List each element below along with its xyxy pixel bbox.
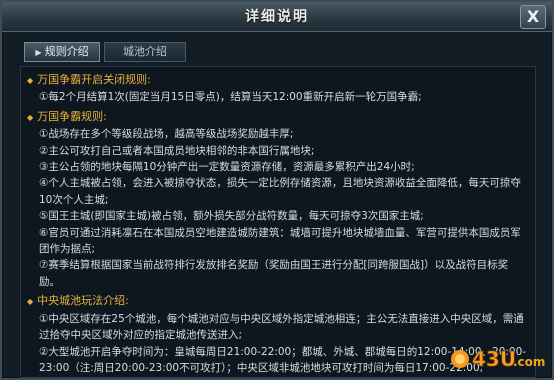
dialog-title: 详细说明	[245, 9, 309, 25]
rule-line: ①战场存在多个等级段战场，越高等级战场奖励越丰厚;	[39, 128, 294, 141]
rule-line: ④个人主城被占领，会进入被掠夺状态，损失一定比例存储资源，且地块资源收益全面降低…	[39, 177, 521, 190]
rule-line: ⑦赛季结算根据国家当前战符排行发放排名奖励（奖励由国王进行分配[同跨服国战]）以…	[39, 259, 509, 272]
close-button[interactable]: X	[520, 5, 546, 29]
rule-line: ①每2个月结算1次(固定当月15日零点)，结算当天12:00重新开启新一轮万国争…	[39, 91, 422, 104]
section-heading-text: 万国争霸规则:	[37, 109, 107, 123]
section-heading-text: 中央城池玩法介绍:	[37, 294, 129, 308]
section-heading: ◆ 中央城池玩法介绍:	[27, 293, 527, 310]
diamond-bullet-icon: ◆	[27, 76, 34, 85]
tab-cities[interactable]: 城池介绍	[104, 42, 186, 62]
rule-line: ③皇城争夺期间通过在中央区域击杀部队获得战勋进行排名;	[27, 376, 527, 377]
rule-line: ①中央区域存在25个城池，每个城池对应与中央区域外指定城池相连；主公无法直接进入…	[39, 312, 524, 325]
section-heading: ◆ 万国争霸开启关闭规则:	[27, 72, 527, 89]
detail-dialog: 详细说明 X ▶ 规则介绍 城池介绍 ◆ 万国争霸开启关闭规则: ①每2个月结算1次(…	[0, 0, 554, 380]
rules-content[interactable]: ◆ 万国争霸开启关闭规则: ①每2个月结算1次(固定当月15日零点)，结算当天12:…	[20, 66, 536, 378]
site-logo: 43U .com	[451, 347, 545, 371]
svg-text:.com: .com	[513, 355, 545, 369]
tab-rules[interactable]: ▶ 规则介绍	[24, 42, 100, 62]
section-heading-text: 万国争霸开启关闭规则:	[37, 73, 151, 86]
diamond-bullet-icon: ◆	[27, 297, 34, 307]
rule-line: ⑤国王主城(即国家主城)被占领，额外损失部分战符数量，每天可掠夺3次国家主城;	[39, 210, 424, 223]
rule-line: 团作为据点;	[39, 243, 96, 256]
tab-label: 城池介绍	[123, 45, 167, 58]
rule-line: ②主公可攻打自己或者本国成员地块相邻的非本国行属地块;	[39, 144, 315, 157]
tab-label: 规则介绍	[44, 45, 89, 58]
rule-line: ⑥官员可通过消耗凛石在本国成员空地建造城防建筑：城墙可提升地块城墙血量、军营可提…	[39, 226, 521, 239]
rule-line: 10次个人主城;	[39, 193, 109, 206]
svg-text:43U: 43U	[472, 347, 516, 371]
arrow-right-icon: ▶	[35, 48, 42, 57]
section-heading: ◆ 万国争霸规则:	[27, 109, 527, 126]
rule-line: ③主公占领的地块每隔10分钟产出一定数量资源存储，资源最多累积产出24小时;	[39, 161, 415, 174]
rule-line: 励。	[39, 275, 60, 288]
title-bar: 详细说明 X	[2, 2, 552, 32]
diamond-bullet-icon: ◆	[27, 112, 34, 122]
